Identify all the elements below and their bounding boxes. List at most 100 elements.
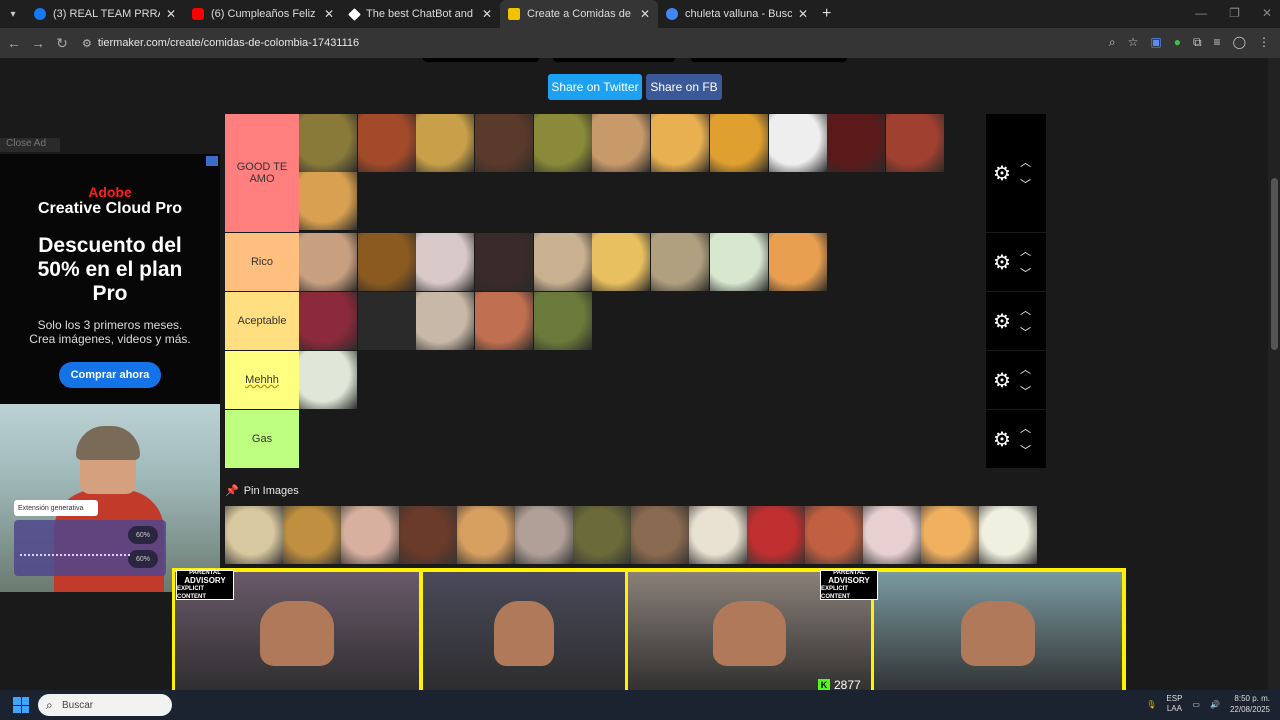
food-image[interactable] bbox=[631, 506, 689, 564]
close-tab-icon[interactable]: ✕ bbox=[640, 7, 650, 21]
food-image[interactable] bbox=[863, 506, 921, 564]
share-twitter-button[interactable]: Share on Twitter bbox=[548, 74, 642, 100]
food-image[interactable] bbox=[475, 114, 534, 172]
food-image[interactable] bbox=[299, 114, 357, 172]
windows-start-icon[interactable] bbox=[13, 697, 29, 713]
microphone-icon[interactable]: 🎙 bbox=[1146, 700, 1156, 709]
tab-google[interactable]: chuleta valluna - Buscar con Go ✕ bbox=[658, 0, 816, 28]
tab-tiermaker[interactable]: Create a Comidas de colombia ✕ bbox=[500, 0, 658, 28]
tier-label[interactable]: GOOD TE AMO bbox=[225, 114, 299, 232]
close-tab-icon[interactable]: ✕ bbox=[166, 7, 176, 21]
top-button-edge[interactable] bbox=[691, 58, 847, 62]
food-image[interactable] bbox=[709, 114, 768, 172]
extensions-icon[interactable]: ⧉ bbox=[1193, 35, 1202, 50]
food-image[interactable] bbox=[768, 233, 827, 291]
food-image[interactable] bbox=[533, 114, 592, 172]
chevron-down-icon[interactable]: ﹀ bbox=[1020, 176, 1031, 192]
food-image[interactable] bbox=[651, 114, 710, 172]
chevron-up-icon[interactable]: ︿ bbox=[1020, 243, 1031, 259]
food-image[interactable] bbox=[515, 506, 573, 564]
food-image[interactable] bbox=[399, 506, 457, 564]
bookmark-star-icon[interactable]: ☆ bbox=[1128, 35, 1139, 50]
food-image[interactable] bbox=[475, 292, 534, 350]
chevron-up-icon[interactable]: ︿ bbox=[1020, 302, 1031, 318]
food-image[interactable] bbox=[592, 114, 651, 172]
food-image[interactable] bbox=[416, 233, 475, 291]
top-button-edge[interactable] bbox=[553, 58, 675, 62]
chevron-up-icon[interactable]: ︿ bbox=[1020, 154, 1031, 170]
chevron-up-icon[interactable]: ︿ bbox=[1020, 420, 1031, 436]
tier-label[interactable]: Rico bbox=[225, 233, 299, 291]
language-indicator[interactable]: ESP LAA bbox=[1166, 694, 1182, 714]
food-image[interactable] bbox=[299, 172, 357, 230]
food-image[interactable] bbox=[416, 292, 475, 350]
adchoices-icon[interactable] bbox=[206, 156, 218, 166]
tier-items[interactable] bbox=[299, 233, 986, 291]
chevron-down-icon[interactable]: ﹀ bbox=[1020, 442, 1031, 458]
close-tab-icon[interactable]: ✕ bbox=[324, 7, 334, 21]
pin-images-header[interactable]: 📌 Pin Images bbox=[225, 484, 299, 498]
tier-label[interactable]: Mehhh bbox=[225, 351, 299, 409]
food-image[interactable] bbox=[592, 233, 651, 291]
food-image[interactable] bbox=[747, 506, 805, 564]
profile-icon[interactable]: ◯ bbox=[1233, 35, 1246, 50]
chevron-down-icon[interactable]: ﹀ bbox=[1020, 265, 1031, 281]
media-icon[interactable]: ≡ bbox=[1214, 35, 1221, 50]
tier-items[interactable] bbox=[299, 114, 986, 232]
food-image[interactable] bbox=[357, 292, 416, 350]
menu-icon[interactable]: ⋮ bbox=[1258, 35, 1270, 50]
tier-items[interactable] bbox=[299, 292, 986, 350]
top-button-edge[interactable] bbox=[423, 58, 539, 62]
food-image[interactable] bbox=[299, 233, 357, 291]
extension-green-icon[interactable]: ● bbox=[1174, 35, 1181, 50]
food-image[interactable] bbox=[299, 351, 357, 409]
food-image[interactable] bbox=[357, 114, 416, 172]
clock[interactable]: 8:50 p. m. 22/08/2025 bbox=[1230, 693, 1270, 715]
food-image[interactable] bbox=[689, 506, 747, 564]
food-image[interactable] bbox=[979, 506, 1037, 564]
food-image[interactable] bbox=[805, 506, 863, 564]
food-image[interactable] bbox=[827, 114, 886, 172]
maximize-icon[interactable]: ❐ bbox=[1229, 6, 1240, 20]
food-image[interactable] bbox=[709, 233, 768, 291]
tab-chatbot[interactable]: The best ChatBot and Widgets ✕ bbox=[342, 0, 500, 28]
food-image[interactable] bbox=[283, 506, 341, 564]
food-image[interactable] bbox=[533, 292, 592, 350]
close-tab-icon[interactable]: ✕ bbox=[482, 7, 492, 21]
share-facebook-button[interactable]: Share on FB bbox=[646, 74, 722, 100]
gear-icon[interactable]: ⚙ bbox=[988, 309, 1016, 334]
page-scrollbar[interactable] bbox=[1268, 58, 1280, 690]
minimize-icon[interactable]: — bbox=[1195, 6, 1207, 20]
reload-icon[interactable]: ↻ bbox=[50, 35, 74, 52]
tab-facebook[interactable]: (3) REAL TEAM PRRAS! | Facebo ✕ bbox=[26, 0, 184, 28]
url-field[interactable]: tiermaker.com/create/comidas-de-colombia… bbox=[98, 37, 359, 49]
food-image[interactable] bbox=[457, 506, 515, 564]
food-image[interactable] bbox=[299, 292, 357, 350]
food-image[interactable] bbox=[533, 233, 592, 291]
new-tab-button[interactable]: + bbox=[822, 5, 831, 23]
tier-label[interactable]: Aceptable bbox=[225, 292, 299, 350]
food-image[interactable] bbox=[885, 114, 944, 172]
food-image[interactable] bbox=[768, 114, 827, 172]
tier-items[interactable] bbox=[299, 351, 986, 409]
gear-icon[interactable]: ⚙ bbox=[988, 250, 1016, 275]
close-window-icon[interactable]: ✕ bbox=[1262, 6, 1272, 20]
translate-icon[interactable]: ▣ bbox=[1150, 35, 1161, 50]
gear-icon[interactable]: ⚙ bbox=[988, 161, 1016, 186]
volume-icon[interactable]: 🔊 bbox=[1210, 700, 1220, 709]
food-image[interactable] bbox=[416, 114, 475, 172]
food-image[interactable] bbox=[475, 233, 534, 291]
food-image[interactable] bbox=[341, 506, 399, 564]
food-image[interactable] bbox=[921, 506, 979, 564]
chevron-down-icon[interactable]: ﹀ bbox=[1020, 324, 1031, 340]
food-image[interactable] bbox=[651, 233, 710, 291]
tab-search-icon[interactable]: ▾ bbox=[0, 0, 26, 28]
zoom-icon[interactable]: ⌕ bbox=[1109, 35, 1116, 50]
network-icon[interactable]: ▭ bbox=[1192, 700, 1200, 709]
tab-youtube[interactable]: (6) Cumpleaños Feliz - Happy B ✕ bbox=[184, 0, 342, 28]
close-ad-button[interactable]: Close Ad bbox=[0, 138, 60, 152]
forward-icon[interactable]: → bbox=[26, 35, 50, 51]
gear-icon[interactable]: ⚙ bbox=[988, 427, 1016, 452]
close-tab-icon[interactable]: ✕ bbox=[798, 7, 808, 21]
taskbar-search[interactable]: Buscar bbox=[38, 694, 172, 716]
